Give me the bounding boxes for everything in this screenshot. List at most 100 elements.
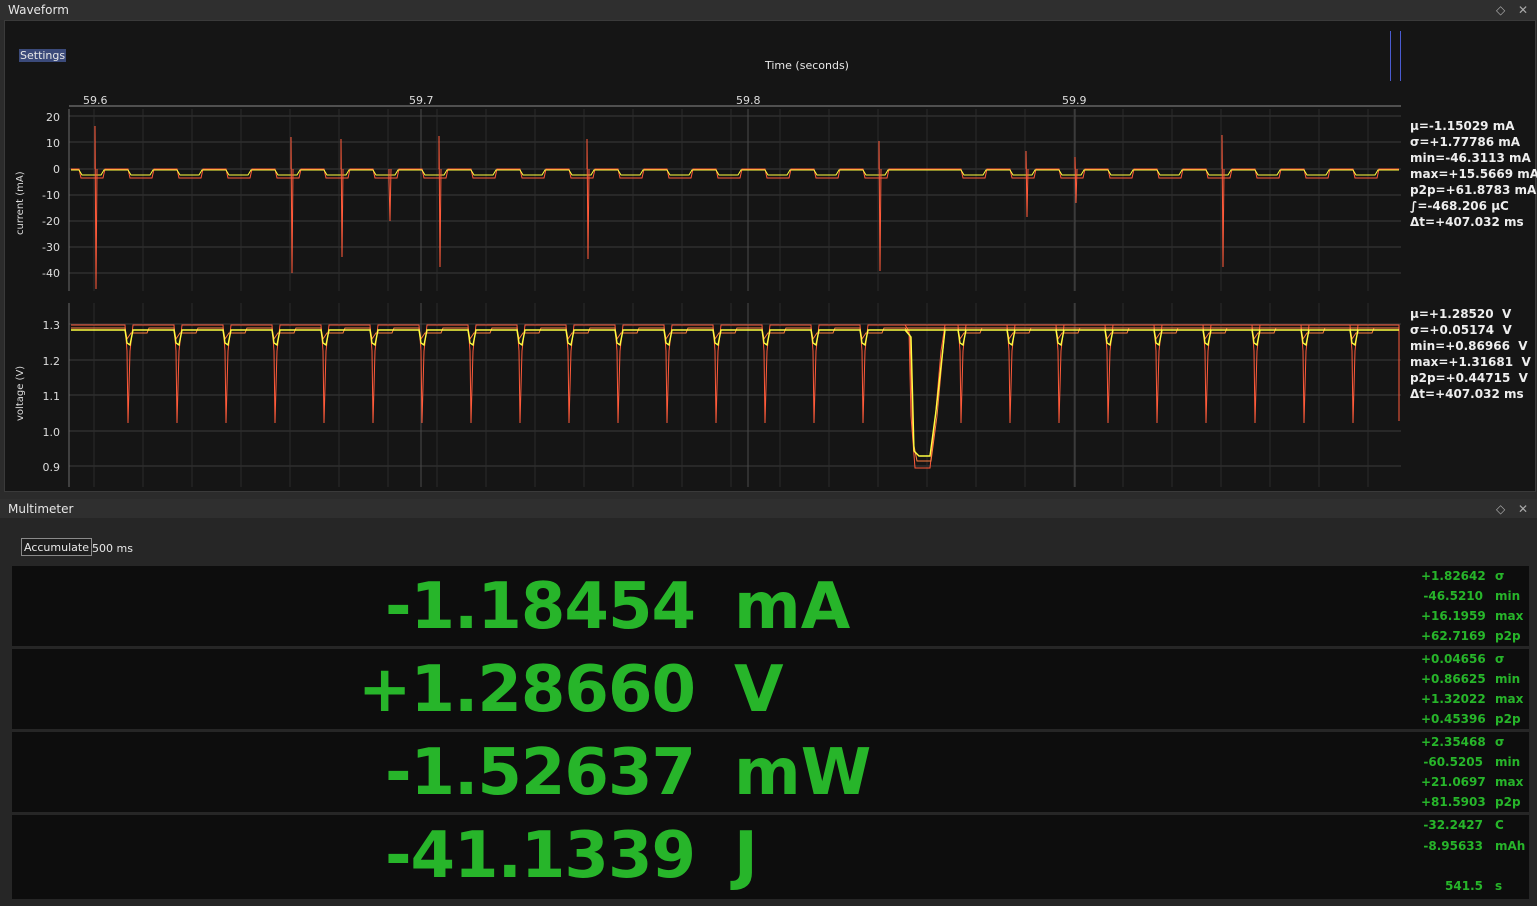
current-tick-label: 10 [46,137,60,150]
stat-value: +21.0697 [1421,775,1486,789]
waveform-svg: 59.6 59.7 59.8 59.9 20 10 0 -10 -20 -30 … [15,94,1401,487]
stat-label: p2p [1495,712,1521,726]
stat-value: -46.5210 [1423,589,1483,603]
accumulate-button[interactable]: Accumulate [21,538,92,556]
stat-value: +2.35468 [1421,735,1486,749]
big-unit: J [734,819,758,893]
big-unit: V [734,653,784,727]
stat-label: σ [1495,652,1505,666]
big-value: -1.52637 [384,736,696,810]
current-axis-label: current (mA) [15,171,26,235]
stat-line: p2p=+61.8783 mA [1410,183,1537,197]
waveform-plot-area[interactable]: Settings Time (seconds) 59.6 59.7 59.8 5… [4,20,1537,492]
stat-label: max [1495,692,1524,706]
stat-line: μ=-1.15029 mA [1410,119,1515,133]
row-stats: +0.04656 σ +0.86625 min +1.32022 max +0.453… [1421,649,1529,729]
time-tick-label: 59.8 [736,94,761,107]
current-tick-label: -30 [42,241,60,254]
stat-value: +62.7169 [1421,629,1486,643]
current-spike [290,136,294,274]
stat-label: p2p [1495,795,1521,809]
current-tick-label: 0 [53,163,60,176]
current-spike [340,138,344,258]
time-tick-label: 59.7 [409,94,434,107]
multimeter-row-power: -1.52637 mW +2.35468 σ -60.5205 min +21.06… [12,732,1529,812]
row-stats: +1.82642 σ -46.5210 min +16.1959 max +62.71… [1421,566,1529,646]
voltage-stats: μ=+1.28520 V σ=+0.05174 V min=+0.86966 V ma… [1410,306,1531,402]
stat-label: max [1495,775,1524,789]
multimeter-panel-title: Multimeter ◇ ✕ [0,499,1537,519]
stat-label: min [1495,672,1521,686]
stat-value: -8.95633 [1423,839,1483,853]
stat-label: min [1495,589,1521,603]
stat-line: σ=+1.77786 mA [1410,135,1521,149]
voltage-axis-label: voltage (V) [15,366,26,421]
current-spike [1025,150,1029,218]
float-diamond-icon[interactable]: ◇ [1496,499,1505,519]
stat-label: σ [1495,569,1505,583]
voltage-tick-label: 1.0 [43,426,61,439]
time-tick-label: 59.6 [83,94,108,107]
voltage-tick-label: 1.3 [43,319,61,332]
current-mean-trace [71,169,1399,176]
time-tick-label: 59.9 [1062,94,1087,107]
stat-line: max=+1.31681 V [1410,355,1531,369]
stat-value: +0.45396 [1421,712,1486,726]
stat-line: min=-46.3113 mA [1410,151,1531,165]
stat-line: max=+15.5669 mA [1410,167,1537,181]
multimeter-title-label: Multimeter [8,502,74,516]
current-spike [878,140,882,272]
stat-label: min [1495,755,1521,769]
multimeter-row-voltage: +1.28660 V +0.04656 σ +0.86625 min +1.3202… [12,649,1529,729]
current-tick-label: 20 [46,111,60,124]
stat-line: ∫=-468.206 μC [1410,199,1509,213]
stat-value: +81.5903 [1421,795,1486,809]
float-diamond-icon[interactable]: ◇ [1496,0,1505,20]
stat-value: +0.04656 [1421,652,1486,666]
big-value: -41.1339 [384,819,696,893]
stat-value: +1.82642 [1421,569,1486,583]
current-tick-label: -40 [42,267,60,280]
voltage-tick-label: 1.1 [43,390,61,403]
current-stats: μ=-1.15029 mA σ=+1.77786 mA min=-46.3113 m… [1410,118,1537,230]
row-stats: +2.35468 σ -60.5205 min +21.0697 max +81.59… [1421,732,1529,812]
trace-group [71,125,1400,469]
big-unit: mW [734,736,872,810]
big-unit: mA [734,570,851,644]
stat-line: p2p=+0.44715 V [1410,371,1528,385]
stat-line: σ=+0.05174 V [1410,323,1512,337]
multimeter-row-energy: -41.1339 J -32.2427 C -8.95633 mAh 541.5 s [12,815,1529,899]
current-spike [586,138,590,260]
grid-lines [69,109,1401,487]
stat-label: σ [1495,735,1505,749]
stat-line: min=+0.86966 V [1410,339,1528,353]
close-icon[interactable]: ✕ [1518,0,1528,20]
stat-value: -32.2427 [1423,818,1483,832]
stat-label: C [1495,818,1504,832]
stat-value: -60.5205 [1423,755,1483,769]
stat-label: mAh [1495,839,1526,853]
current-tick-label: -10 [42,189,60,202]
big-value: -1.18454 [384,570,696,644]
stat-line: μ=+1.28520 V [1410,307,1512,321]
stat-label: s [1495,879,1503,893]
current-spike [388,168,392,222]
stat-value: +16.1959 [1421,609,1486,623]
voltage-minmax-trace [71,324,1400,469]
stat-line: Δt=+407.032 ms [1410,215,1524,229]
big-value: +1.28660 [357,653,696,727]
stat-value: 541.5 [1445,879,1483,893]
stat-line: Δt=+407.032 ms [1410,387,1524,401]
stat-label: max [1495,609,1524,623]
stat-value: +0.86625 [1421,672,1486,686]
voltage-mean-trace [71,329,1399,457]
row-stats: -32.2427 C -8.95633 mAh 541.5 s [1421,815,1529,895]
current-spike [94,125,98,290]
waveform-panel-title: Waveform ◇ ✕ [0,0,1537,20]
waveform-title-label: Waveform [8,3,69,17]
current-tick-label: -20 [42,215,60,228]
voltage-tick-label: 1.2 [43,355,61,368]
window-duration-label: 500 ms [92,542,133,555]
multimeter-row-current: -1.18454 mA +1.82642 σ -46.5210 min +16.19… [12,566,1529,646]
close-icon[interactable]: ✕ [1518,499,1528,519]
